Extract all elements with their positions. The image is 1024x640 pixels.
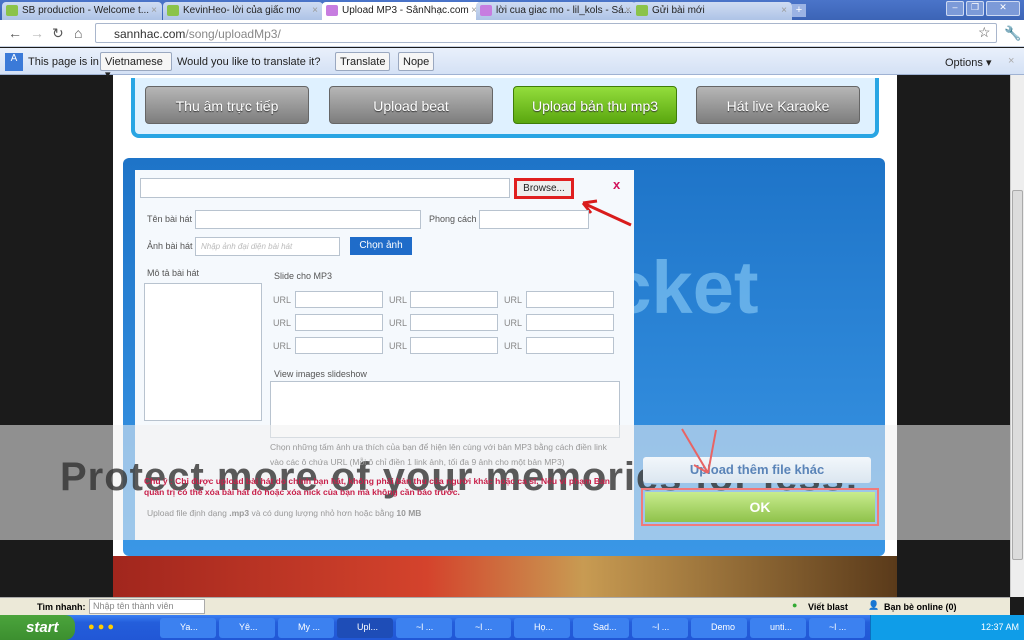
choose-image-button[interactable]: Chọn ảnh (350, 237, 412, 255)
favicon-icon (480, 5, 492, 16)
nope-button[interactable]: Nope (398, 52, 435, 71)
reload-icon[interactable]: ↻ (52, 25, 64, 42)
clock: 12:37 AM (981, 622, 1020, 632)
upload-mode-bar: Thu âm trực tiếp Upload beat Upload bản … (131, 78, 879, 138)
toolbar: ← → ↻ ⌂ sannhac.com/song/uploadMp3/ ☆ 🔧 (0, 20, 1024, 47)
system-tray: 12:37 AM (870, 615, 1024, 640)
taskbar-item[interactable]: Sad... (573, 618, 629, 638)
bookmark-star-icon[interactable]: ☆ (978, 24, 991, 41)
tab-strip: SB production - Welcome t... × KevinHeo- … (0, 0, 1024, 20)
style-input[interactable] (479, 210, 589, 229)
slide-url-input-1[interactable] (295, 291, 383, 308)
language-select[interactable]: Vietnamese ▾ (100, 52, 172, 81)
file-limit-text: Upload file định dạng .mp3 và có dung lư… (147, 508, 422, 518)
taskbar-item[interactable]: Họ... (514, 618, 570, 638)
close-tab-icon[interactable]: × (151, 5, 157, 16)
taskbar-item[interactable]: ~l ... (455, 618, 511, 638)
taskbar-item[interactable]: Yê... (219, 618, 275, 638)
quick-launch-icons[interactable]: ● ● ● (88, 621, 114, 633)
record-live-button[interactable]: Thu âm trực tiếp (145, 86, 309, 124)
minimize-icon[interactable]: – (946, 1, 964, 16)
close-tab-icon[interactable]: × (312, 5, 318, 16)
close-translate-icon[interactable]: × (1008, 55, 1014, 67)
slide-url-input-2[interactable] (410, 291, 498, 308)
maximize-icon[interactable]: ❐ (966, 1, 984, 16)
close-tab-icon[interactable]: × (625, 5, 631, 16)
close-form-icon[interactable]: x (613, 177, 620, 192)
slide-url-input-7[interactable] (295, 337, 383, 354)
back-icon[interactable]: ← (8, 25, 22, 41)
favicon-icon (636, 5, 648, 16)
taskbar-item[interactable]: ~l ... (396, 618, 452, 638)
taskbar: start ● ● ● Ya... Yê... My ... Upl... ~l ...… (0, 615, 1024, 640)
taskbar-item[interactable]: unti... (750, 618, 806, 638)
taskbar-item[interactable]: Upl... (337, 618, 393, 638)
tab-3[interactable]: Upload MP3 - SânNhạc.com × (322, 2, 482, 20)
slide-note-text: Chọn những tấm ảnh ưa thích của bạn để h… (270, 442, 607, 467)
translate-bar: A This page is in Vietnamese ▾ Would you… (0, 48, 1024, 81)
blast-icon: ● (792, 600, 798, 610)
tab-1[interactable]: SB production - Welcome t... × (2, 2, 162, 20)
taskbar-item[interactable]: My ... (278, 618, 334, 638)
song-image-input[interactable]: Nhập ảnh đại diện bài hát (195, 237, 340, 256)
description-textarea[interactable] (144, 283, 262, 421)
forward-icon[interactable]: → (30, 25, 44, 41)
slide-url-input-3[interactable] (526, 291, 614, 308)
upload-beat-button[interactable]: Upload beat (329, 86, 493, 124)
slide-url-input-6[interactable] (526, 314, 614, 331)
tab-5[interactable]: Gửi bài mới × (632, 2, 792, 20)
slide-url-input-8[interactable] (410, 337, 498, 354)
taskbar-item[interactable]: Ya... (160, 618, 216, 638)
file-path-input[interactable] (140, 178, 510, 198)
home-icon[interactable]: ⌂ (74, 25, 82, 41)
friends-online-link[interactable]: Bạn bè online (0) (884, 602, 957, 612)
upload-mp3-button[interactable]: Upload bản thu mp3 (513, 86, 677, 124)
site-status-bar: Tìm nhanh: Nhập tên thành viên ● Viết bl… (0, 597, 1010, 615)
user-icon: 👤 (868, 600, 880, 610)
favicon-icon (6, 5, 18, 16)
address-bar[interactable]: sannhac.com/song/uploadMp3/ (95, 23, 997, 43)
scrollbar-thumb[interactable] (1012, 190, 1023, 560)
slide-url-input-5[interactable] (410, 314, 498, 331)
wrench-icon[interactable]: 🔧 (1004, 25, 1021, 42)
favicon-icon (326, 5, 338, 16)
translate-button[interactable]: Translate (335, 52, 391, 71)
red-arrow-annotation-2 (681, 428, 717, 474)
close-tab-icon[interactable]: × (781, 5, 787, 16)
taskbar-item[interactable]: Demo (691, 618, 747, 638)
ok-button[interactable]: OK (641, 488, 879, 526)
warning-text: Chú ý : Chỉ được upload bài hát do chính… (144, 476, 610, 497)
slide-url-input-4[interactable] (295, 314, 383, 331)
karaoke-button[interactable]: Hát live Karaoke (696, 86, 860, 124)
song-name-input[interactable] (195, 210, 421, 229)
start-button[interactable]: start (0, 615, 75, 640)
taskbar-item[interactable]: ~l ... (632, 618, 688, 638)
translate-icon: A (5, 53, 23, 71)
member-search-input[interactable]: Nhập tên thành viên (89, 599, 205, 614)
slide-url-input-9[interactable] (526, 337, 614, 354)
tab-4[interactable]: lời cua giac mo - lil_kols - Sá... × (476, 2, 636, 20)
taskbar-item[interactable]: ~l ... (809, 618, 865, 638)
banner-image (113, 556, 897, 597)
write-blast-link[interactable]: Viết blast (808, 602, 848, 612)
favicon-icon (167, 5, 179, 16)
new-tab-button[interactable]: + (792, 4, 806, 17)
close-window-icon[interactable]: ✕ (986, 1, 1020, 16)
browse-button[interactable]: Browse... (514, 178, 574, 199)
options-menu[interactable]: Options ▾ (945, 56, 992, 69)
tab-2[interactable]: KevinHeo- lời của giấc mơ × (163, 2, 323, 20)
